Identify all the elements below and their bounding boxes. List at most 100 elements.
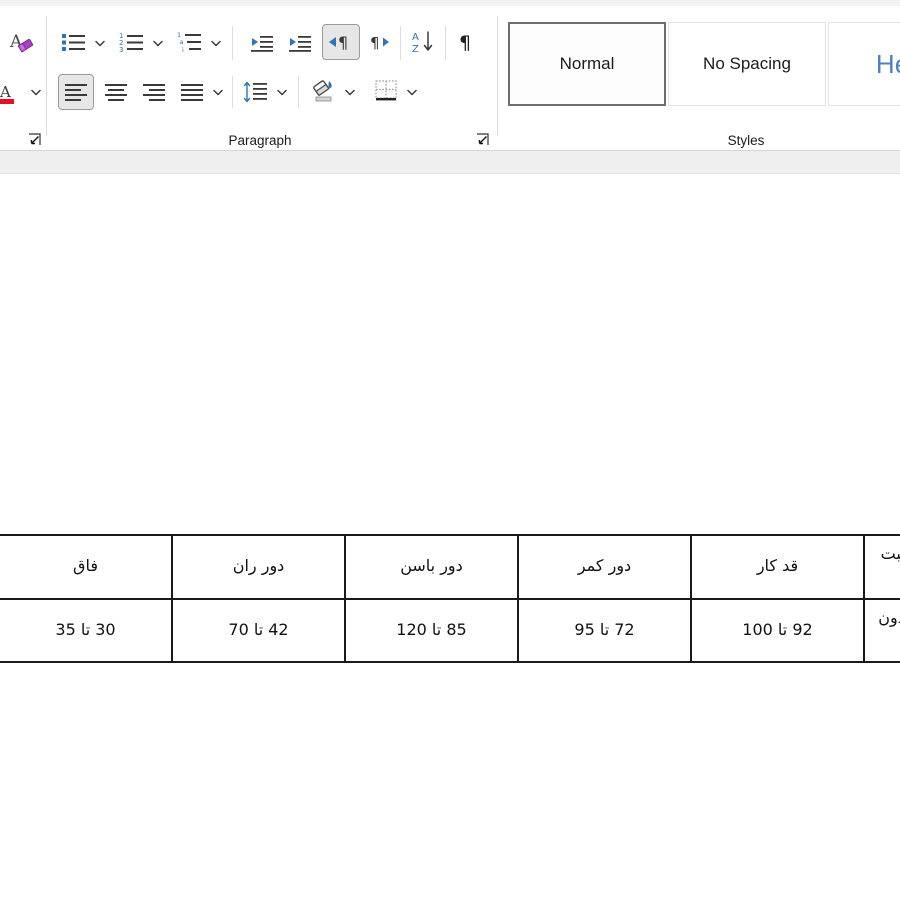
- style-card-no-spacing[interactable]: No Spacing: [668, 22, 826, 106]
- table-header-cell-length: قد کار: [690, 534, 865, 600]
- align-left-icon: [65, 84, 87, 101]
- svg-text:3: 3: [119, 46, 123, 53]
- dialog-launcher-icon: [29, 133, 41, 145]
- ribbon: A A 1 2 3 1 a i ¶ ¶ A Z ¶ Paragraph Norm…: [0, 6, 900, 151]
- numbered-list-icon: 1 2 3: [119, 32, 143, 53]
- table-header-cell-hip: دور باسن: [344, 534, 519, 600]
- justify-button[interactable]: [176, 76, 208, 108]
- bulleted-list-icon: [62, 34, 85, 51]
- group-separator-paragraph-styles: [497, 16, 498, 136]
- shading-dropdown-chevron[interactable]: [342, 80, 358, 104]
- svg-text:¶: ¶: [338, 33, 348, 52]
- table-row: با کشسانی و بدون کشسانی 92 تا 100 72 تا …: [0, 597, 900, 664]
- application-window: A A 1 2 3 1 a i ¶ ¶ A Z ¶ Paragraph Norm…: [0, 0, 900, 900]
- font-color-icon: A: [0, 83, 14, 104]
- paragraph-sep-1: [232, 26, 233, 60]
- decrease-indent-icon: [251, 36, 273, 52]
- borders-icon: [375, 80, 397, 101]
- chevron-down-icon: [211, 40, 221, 46]
- paragraph-group-label: Paragraph: [228, 133, 292, 148]
- svg-text:a: a: [180, 38, 184, 46]
- multilevel-list-button[interactable]: 1 a i: [174, 26, 206, 58]
- style-no-spacing-label: No Spacing: [703, 54, 791, 73]
- svg-text:A: A: [0, 83, 11, 101]
- font-color-button[interactable]: A: [0, 78, 24, 108]
- styles-gallery[interactable]: Normal No Spacing Head: [508, 22, 900, 106]
- numbering-dropdown-chevron[interactable]: [150, 31, 166, 55]
- table-cell-thigh: 42 تا 70: [171, 597, 346, 664]
- increase-indent-button[interactable]: [284, 26, 316, 58]
- table-header-cell-waist: دور کمر: [517, 534, 692, 600]
- chevron-down-icon: [213, 89, 223, 95]
- style-normal-label: Normal: [559, 54, 615, 73]
- paragraph-sep-3: [445, 26, 446, 60]
- clear-all-formatting-button[interactable]: A: [4, 26, 40, 60]
- paragraph-sep-5: [298, 76, 299, 108]
- sort-button[interactable]: A Z: [408, 24, 440, 60]
- svg-text:¶: ¶: [370, 34, 380, 52]
- justify-dropdown-chevron[interactable]: [210, 80, 226, 104]
- bullets-dropdown-chevron[interactable]: [92, 31, 108, 55]
- svg-text:Z: Z: [412, 44, 419, 55]
- sort-a-z-icon: A Z: [412, 31, 433, 55]
- multilevel-list-dropdown-chevron[interactable]: [208, 31, 224, 55]
- style-card-normal[interactable]: Normal: [508, 22, 666, 106]
- clear-formatting-icon: A: [9, 32, 34, 53]
- line-spacing-button[interactable]: [240, 76, 272, 108]
- align-left-button[interactable]: [58, 74, 94, 110]
- multilevel-list-icon: 1 a i: [177, 31, 201, 53]
- document-top-gutter: [0, 151, 900, 174]
- borders-button[interactable]: [370, 74, 402, 108]
- table-cell-rise: 30 تا 35: [0, 597, 173, 664]
- table-header-cell-rise: فاق: [0, 534, 173, 600]
- left-to-right-text-direction-icon: ¶: [370, 34, 389, 52]
- borders-dropdown-chevron[interactable]: [404, 80, 420, 104]
- style-card-heading-1[interactable]: Head: [828, 22, 900, 106]
- numbering-button[interactable]: 1 2 3: [116, 26, 148, 58]
- right-to-left-text-direction-icon: ¶: [329, 33, 348, 52]
- chevron-down-icon: [153, 40, 163, 46]
- chevron-down-icon: [95, 40, 105, 46]
- left-to-right-text-direction-button[interactable]: ¶: [366, 26, 398, 58]
- chevron-down-icon: [277, 89, 287, 95]
- align-right-icon: [143, 84, 165, 101]
- pilcrow-icon: ¶: [459, 32, 471, 53]
- increase-indent-icon: [289, 36, 311, 52]
- svg-text:A: A: [412, 32, 419, 43]
- table-cell-waist: 72 تا 95: [517, 597, 692, 664]
- group-separator-font-paragraph: [46, 16, 47, 136]
- align-center-button[interactable]: [100, 76, 132, 108]
- paragraph-sep-2: [400, 26, 401, 60]
- svg-text:i: i: [182, 46, 184, 53]
- align-center-icon: [105, 84, 127, 101]
- chevron-down-icon: [407, 89, 417, 95]
- style-heading-1-label: Head: [875, 48, 900, 79]
- right-to-left-text-direction-button[interactable]: ¶: [322, 24, 360, 60]
- table-row-header: اندازه ها به نسبت سایز قد کار دور کمر دو…: [0, 534, 900, 600]
- show-formatting-marks-button[interactable]: ¶: [452, 26, 482, 58]
- table-cell-hip: 85 تا 120: [344, 597, 519, 664]
- size-chart-table: اندازه ها به نسبت سایز قد کار دور کمر دو…: [0, 534, 900, 664]
- styles-group-label: Styles: [727, 133, 765, 148]
- decrease-indent-button[interactable]: [246, 26, 278, 58]
- shading-button[interactable]: [308, 74, 340, 108]
- shading-paint-bucket-icon: [313, 80, 332, 102]
- font-color-dropdown-chevron[interactable]: [28, 80, 44, 104]
- paragraph-sep-4: [232, 76, 233, 108]
- paragraph-dialog-launcher[interactable]: [476, 133, 490, 147]
- table-cell-measure-ref: با کشسانی و بدون کشسانی: [863, 597, 900, 664]
- bullets-button[interactable]: [58, 26, 90, 58]
- table-header-cell-thigh: دور ران: [171, 534, 346, 600]
- chevron-down-icon: [345, 89, 355, 95]
- chevron-down-icon: [31, 89, 41, 95]
- table-header-cell-measure-ref: اندازه ها به نسبت سایز: [863, 534, 900, 600]
- line-and-paragraph-spacing-icon: [243, 81, 267, 103]
- document-page[interactable]: اندازه ها به نسبت سایز قد کار دور کمر دو…: [0, 174, 900, 900]
- align-right-button[interactable]: [138, 76, 170, 108]
- line-spacing-dropdown-chevron[interactable]: [274, 80, 290, 104]
- table-cell-length: 92 تا 100: [690, 597, 865, 664]
- dialog-launcher-icon: [477, 133, 489, 145]
- svg-text:¶: ¶: [459, 32, 471, 53]
- font-dialog-launcher[interactable]: [28, 133, 42, 147]
- justify-icon: [181, 84, 203, 101]
